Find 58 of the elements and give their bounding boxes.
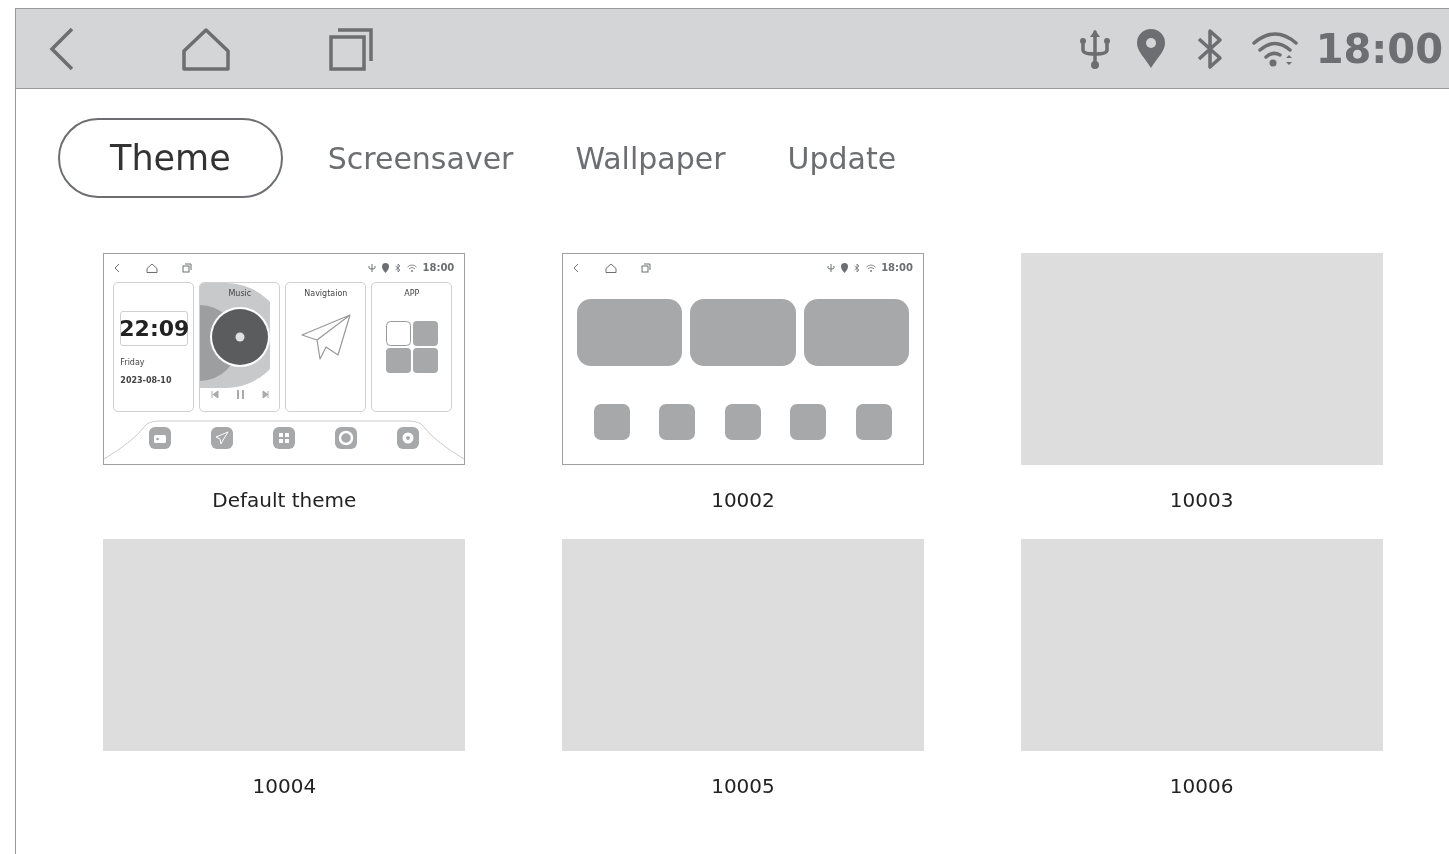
theme-name: 10002: [711, 490, 775, 510]
status-time: 18:00: [881, 263, 913, 273]
card-title: APP: [404, 290, 420, 298]
theme-placeholder[interactable]: [562, 539, 924, 751]
status-time: 18:00: [422, 263, 455, 273]
tab[interactable]: Theme: [58, 118, 283, 198]
theme-name: 10006: [1169, 776, 1234, 796]
location-icon: [382, 263, 390, 273]
status-time: 18:00: [1315, 28, 1443, 69]
recent-apps-icon[interactable]: [328, 26, 374, 71]
location-icon: [841, 263, 849, 273]
grid-icon: [273, 427, 296, 449]
theme-name: 10004: [252, 776, 317, 796]
home-icon: [146, 263, 159, 273]
wifi-icon: [1251, 30, 1298, 67]
wifi-icon: [866, 264, 877, 272]
tab[interactable]: Wallpaper: [544, 118, 757, 198]
bluetooth-icon: [395, 263, 402, 273]
gear-icon: [397, 427, 420, 449]
home-icon: [605, 263, 617, 273]
tab[interactable]: Update: [756, 118, 928, 198]
theme-name: 10005: [711, 776, 775, 796]
recent-apps-icon: [641, 263, 651, 273]
card-title: Navigtaion: [304, 290, 348, 298]
app-tile: [856, 404, 892, 440]
theme-thumbnail[interactable]: 18:00: [562, 253, 924, 465]
theme-name: 10003: [1169, 490, 1234, 510]
radio-icon: [149, 427, 172, 449]
back-icon[interactable]: [48, 26, 76, 71]
recent-apps-icon: [182, 263, 193, 273]
paper-plane-icon: [211, 427, 234, 449]
theme-placeholder[interactable]: [1020, 539, 1383, 751]
playback-controls-icon: [209, 390, 270, 399]
app-grid-icon: [385, 321, 438, 373]
wifi-icon: [407, 264, 418, 272]
tab[interactable]: Screensaver: [296, 118, 545, 198]
theme-placeholder[interactable]: [103, 539, 466, 751]
home-icon[interactable]: [181, 26, 231, 71]
app-tile: [790, 404, 827, 440]
clock-time: 22:09: [120, 311, 189, 346]
back-icon: [114, 263, 121, 273]
location-icon: [1135, 28, 1166, 69]
usb-icon: [827, 263, 836, 273]
usb-icon: [1077, 27, 1112, 70]
bluetooth-icon: [854, 263, 861, 273]
bluetooth-icon: [1195, 27, 1224, 70]
theme-placeholder[interactable]: [1020, 253, 1383, 465]
card-title: Music: [228, 290, 252, 298]
app-tile: [659, 404, 696, 440]
theme-name: Default theme: [212, 490, 357, 510]
clock-day: Friday: [120, 357, 145, 369]
app-tile: [725, 404, 761, 440]
back-icon: [573, 263, 579, 273]
usb-icon: [368, 263, 377, 273]
paper-plane-icon: [299, 313, 352, 361]
clock-date: 2023-08-10: [120, 375, 172, 387]
app-tile: [594, 404, 630, 440]
theme-thumbnail[interactable]: 18:00 22:09 Friday 2023-08-10 Music Navigtaion APP: [103, 253, 466, 465]
